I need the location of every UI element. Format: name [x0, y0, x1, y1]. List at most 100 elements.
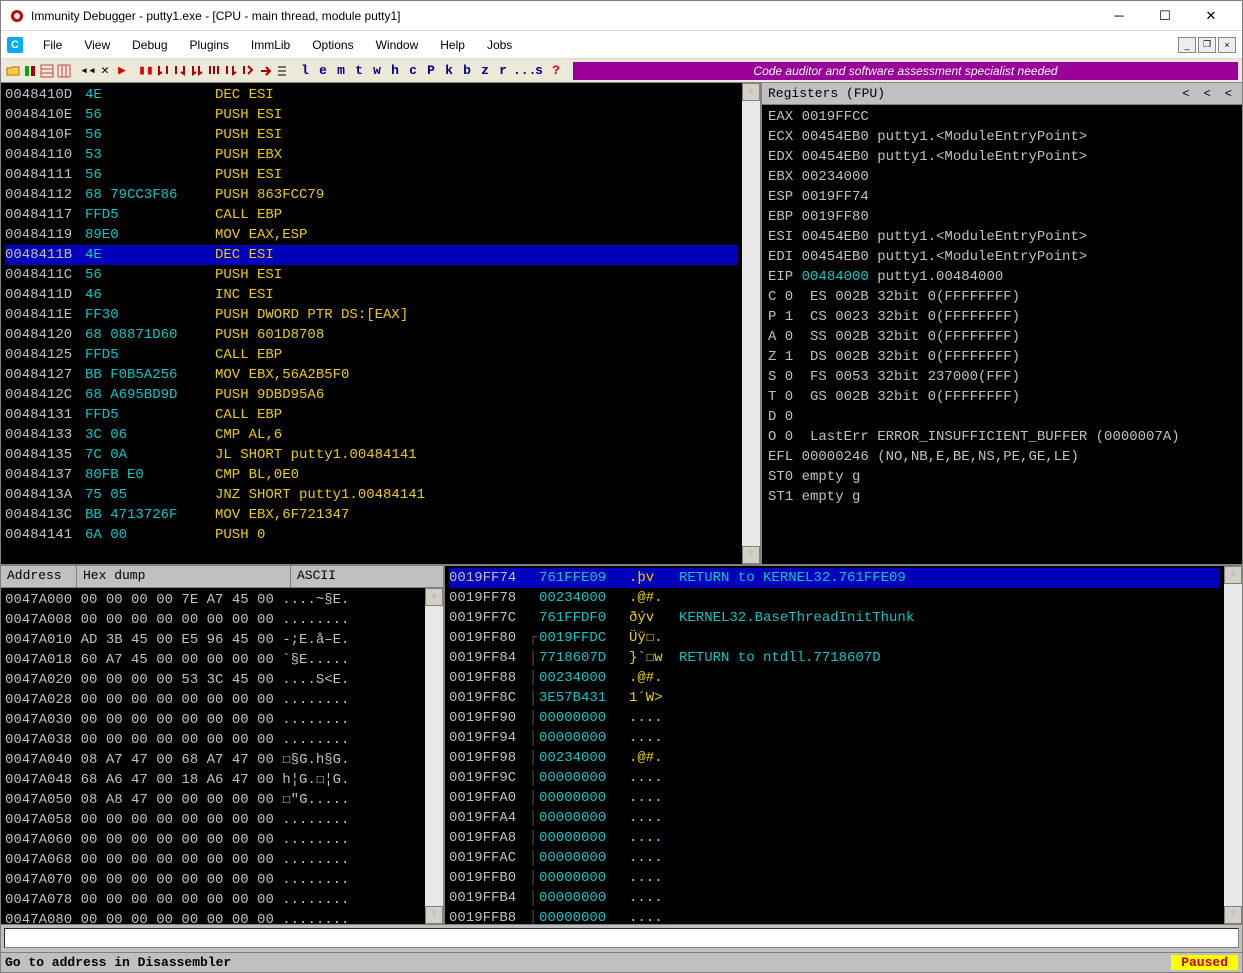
disassembly-row[interactable]: 00484112 68 79CC3F86 PUSH 863FCC79: [5, 185, 738, 205]
register-row[interactable]: EFL 00000246 (NO,NB,E,BE,NS,PE,GE,LE): [768, 447, 1236, 467]
register-row[interactable]: EDX 00454EB0 putty1.<ModuleEntryPoint>: [768, 147, 1236, 167]
toolbar-letter-s[interactable]: s: [531, 63, 547, 78]
stack-row[interactable]: 0019FFAC│00000000....: [449, 848, 1220, 868]
disassembly-row[interactable]: 0048411D 46 INC ESI: [5, 285, 738, 305]
scroll-track[interactable]: [425, 606, 443, 906]
titlebar[interactable]: Immunity Debugger - putty1.exe - [CPU - …: [1, 1, 1242, 31]
step-over-icon[interactable]: [172, 63, 188, 79]
dump-row[interactable]: 0047A058 00 00 00 00 00 00 00 00 .......…: [5, 810, 421, 830]
dump-list[interactable]: 0047A000 00 00 00 00 7E A7 45 00 ....~§E…: [1, 588, 425, 924]
toolbar-letter-P[interactable]: P: [423, 63, 439, 78]
dump-row[interactable]: 0047A050 08 A8 47 00 00 00 00 00 ☐"G....…: [5, 790, 421, 810]
scroll-down-icon[interactable]: ▼: [1224, 906, 1242, 924]
toolbar-letter-z[interactable]: z: [477, 63, 493, 78]
disassembly-row[interactable]: 00484119 89E0 MOV EAX,ESP: [5, 225, 738, 245]
scroll-track[interactable]: [1224, 584, 1242, 906]
disassembly-row[interactable]: 0048413A 75 05 JNZ SHORT putty1.00484141: [5, 485, 738, 505]
dump-row[interactable]: 0047A080 00 00 00 00 00 00 00 00 .......…: [5, 910, 421, 924]
menu-options[interactable]: Options: [302, 34, 363, 56]
stack-row[interactable]: 0019FF7C 761FFDF0ðývKERNEL32.BaseThreadI…: [449, 608, 1220, 628]
register-row[interactable]: O 0 LastErr ERROR_INSUFFICIENT_BUFFER (0…: [768, 427, 1236, 447]
register-row[interactable]: P 1 CS 0023 32bit 0(FFFFFFFF): [768, 307, 1236, 327]
disassembly-row[interactable]: 00484125 FFD5 CALL EBP: [5, 345, 738, 365]
stack-row[interactable]: 0019FF78 00234000.@#.: [449, 588, 1220, 608]
stack-list[interactable]: 0019FF74 761FFE09.þvRETURN to KERNEL32.7…: [445, 566, 1224, 924]
reg-prev2-icon[interactable]: <: [1200, 87, 1215, 101]
disassembly-row[interactable]: 0048413C BB 4713726F MOV EBX,6F721347: [5, 505, 738, 525]
stack-row[interactable]: 0019FFB4│00000000....: [449, 888, 1220, 908]
stack-row[interactable]: 0019FFA0│00000000....: [449, 788, 1220, 808]
register-row[interactable]: EBX 00234000: [768, 167, 1236, 187]
register-row[interactable]: C 0 ES 002B 32bit 0(FFFFFFFF): [768, 287, 1236, 307]
toolbar-letter-b[interactable]: b: [459, 63, 475, 78]
menu-debug[interactable]: Debug: [122, 34, 177, 56]
scroll-down-icon[interactable]: ▼: [742, 546, 760, 564]
open-icon[interactable]: [5, 63, 21, 79]
register-row[interactable]: EBP 0019FF80: [768, 207, 1236, 227]
dump-row[interactable]: 0047A018 60 A7 45 00 00 00 00 00 `§E....…: [5, 650, 421, 670]
disassembly-row[interactable]: 00484111 56 PUSH ESI: [5, 165, 738, 185]
disassembly-row[interactable]: 0048411B 4E DEC ESI: [5, 245, 738, 265]
dump-row[interactable]: 0047A070 00 00 00 00 00 00 00 00 .......…: [5, 870, 421, 890]
disassembly-row[interactable]: 00484117 FFD5 CALL EBP: [5, 205, 738, 225]
scroll-up-icon[interactable]: ▲: [1224, 566, 1242, 584]
play-icon[interactable]: ▶: [114, 63, 130, 79]
toolbar-letter-t[interactable]: t: [351, 63, 367, 78]
register-row[interactable]: ECX 00454EB0 putty1.<ModuleEntryPoint>: [768, 127, 1236, 147]
dump-scrollbar[interactable]: ▲ ▼: [425, 588, 443, 924]
disassembly-row[interactable]: 00484133 3C 06 CMP AL,6: [5, 425, 738, 445]
disassembly-row[interactable]: 0048411E FF30 PUSH DWORD PTR DS:[EAX]: [5, 305, 738, 325]
stack-row[interactable]: 0019FFA4│00000000....: [449, 808, 1220, 828]
reg-prev3-icon[interactable]: <: [1221, 87, 1236, 101]
dump-row[interactable]: 0047A010 AD 3B 45 00 E5 96 45 00 -;E.å–E…: [5, 630, 421, 650]
disassembly-row[interactable]: 0048410E 56 PUSH ESI: [5, 105, 738, 125]
dump-row[interactable]: 0047A030 00 00 00 00 00 00 00 00 .......…: [5, 710, 421, 730]
dump-col-ascii[interactable]: ASCII: [291, 566, 443, 587]
stack-row[interactable]: 0019FF94│00000000....: [449, 728, 1220, 748]
reg-prev-icon[interactable]: <: [1178, 87, 1193, 101]
dump-row[interactable]: 0047A028 00 00 00 00 00 00 00 00 .......…: [5, 690, 421, 710]
toolbar-letter-e[interactable]: e: [315, 63, 331, 78]
dump-row[interactable]: 0047A060 00 00 00 00 00 00 00 00 .......…: [5, 830, 421, 850]
toolbar-help-icon[interactable]: ?: [548, 63, 564, 78]
toolbar-letter-...[interactable]: ...: [513, 63, 529, 78]
grid2-icon[interactable]: [56, 63, 72, 79]
disassembly-row[interactable]: 00484127 BB F0B5A256 MOV EBX,56A2B5F0: [5, 365, 738, 385]
dump-row[interactable]: 0047A020 00 00 00 00 53 3C 45 00 ....S<E…: [5, 670, 421, 690]
registers-list[interactable]: EAX 0019FFCCECX 00454EB0 putty1.<ModuleE…: [762, 105, 1242, 564]
scroll-track[interactable]: [742, 101, 760, 546]
registers-pane[interactable]: Registers (FPU) < < < EAX 0019FFCCECX 00…: [762, 83, 1242, 564]
scroll-down-icon[interactable]: ▼: [425, 906, 443, 924]
dump-row[interactable]: 0047A000 00 00 00 00 7E A7 45 00 ....~§E…: [5, 590, 421, 610]
stack-row[interactable]: 0019FF8C│3E57B4311´W>: [449, 688, 1220, 708]
menu-view[interactable]: View: [74, 34, 120, 56]
mdi-restore-button[interactable]: ❐: [1198, 37, 1216, 53]
register-row[interactable]: ST0 empty g: [768, 467, 1236, 487]
stack-row[interactable]: 0019FFB8│00000000....: [449, 908, 1220, 924]
list-icon[interactable]: [274, 63, 290, 79]
stack-scrollbar[interactable]: ▲ ▼: [1224, 566, 1242, 924]
grid1-icon[interactable]: [39, 63, 55, 79]
stack-row[interactable]: 0019FFA8│00000000....: [449, 828, 1220, 848]
step-into-icon[interactable]: [155, 63, 171, 79]
register-row[interactable]: EAX 0019FFCC: [768, 107, 1236, 127]
pause-icon[interactable]: ▮▮: [138, 63, 154, 79]
goto-icon[interactable]: [257, 63, 273, 79]
command-input[interactable]: [4, 928, 1239, 948]
register-row[interactable]: ST1 empty g: [768, 487, 1236, 507]
menu-plugins[interactable]: Plugins: [180, 34, 239, 56]
register-row[interactable]: ESP 0019FF74: [768, 187, 1236, 207]
mdi-close-button[interactable]: ×: [1218, 37, 1236, 53]
mdi-minimize-button[interactable]: _: [1178, 37, 1196, 53]
disassembly-row[interactable]: 00484131 FFD5 CALL EBP: [5, 405, 738, 425]
disassembly-row[interactable]: 00484135 7C 0A JL SHORT putty1.00484141: [5, 445, 738, 465]
step-ret-icon[interactable]: [223, 63, 239, 79]
disassembly-row[interactable]: 00484120 68 08871D60 PUSH 601D8708: [5, 325, 738, 345]
menu-help[interactable]: Help: [430, 34, 475, 56]
stack-row[interactable]: 0019FF80┌0019FFDCÜÿ☐.: [449, 628, 1220, 648]
toolbar-letter-w[interactable]: w: [369, 63, 385, 78]
register-row[interactable]: EDI 00454EB0 putty1.<ModuleEntryPoint>: [768, 247, 1236, 267]
toolbar-letter-h[interactable]: h: [387, 63, 403, 78]
scroll-up-icon[interactable]: ▲: [425, 588, 443, 606]
disassembly-row[interactable]: 00484137 80FB E0 CMP BL,0E0: [5, 465, 738, 485]
